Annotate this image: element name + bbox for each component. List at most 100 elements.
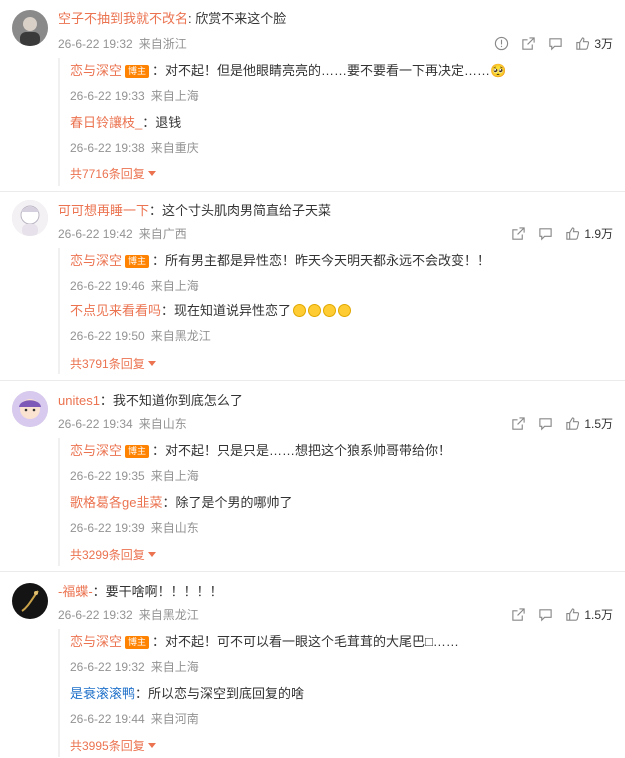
more-replies-link[interactable]: 共3791条回复 [70,356,156,372]
reply-content: ：现在知道说异性恋了 [161,303,292,318]
comment-meta: 26-6-22 19:42 来自广西 [58,226,193,242]
username-link[interactable]: 歌格葛各ge韭菜 [70,495,162,510]
username-link[interactable]: 恋与深空 [70,63,122,78]
like-button[interactable]: 3万 [575,35,613,52]
comment-content: : 欣赏不来这个脸 [188,11,287,26]
more-replies-link[interactable]: 共7716条回复 [70,166,156,182]
username-link[interactable]: 春日铃讓枝_ [70,115,142,130]
reply-item: 是衰滚滚鸭：所以恋与深空到底回复的啥 26-6-22 19:44 来自河南 [70,685,305,726]
timestamp: 26-6-22 19:46 [70,279,145,293]
username-link[interactable]: 是衰滚滚鸭 [70,686,135,701]
username-link[interactable]: 恋与深空 [70,443,122,458]
reply-icon[interactable] [548,36,563,51]
location: 来自上海 [150,89,199,103]
comment-content: ：要干啥啊！！！！！ [92,584,223,599]
comment-actions: 1.9万 [499,225,613,242]
location: 来自广西 [138,227,187,241]
reply-item: 春日铃讓枝_：退钱 26-6-22 19:38 来自重庆 [70,114,199,155]
reply-icon[interactable] [538,416,553,431]
avatar[interactable] [12,391,48,427]
reply-icon[interactable] [538,226,553,241]
like-count: 1.5万 [584,608,613,622]
comment-text: -福蝶-：要干啥啊！！！！！ [58,583,223,601]
report-icon[interactable] [494,36,509,51]
location: 来自黑龙江 [150,329,211,343]
timestamp: 26-6-22 19:32 [70,660,145,674]
smile-emoji-icon [293,304,307,317]
blogger-badge: 博主 [125,636,150,649]
reply-content: ：所以恋与深空到底回复的啥 [135,686,305,701]
reply-content: ：对不起！可不可以看一眼这个毛茸茸的大尾巴□…… [152,634,459,649]
more-replies-link[interactable]: 共3995条回复 [70,738,156,754]
reply-list: 恋与深空 博主 ：对不起！只是只是……想把这个狼系帅哥带给你！ 26-6-22 19… [58,438,606,566]
comment-actions: 1.5万 [499,415,613,432]
reply-content: ：所有男主都是异性恋！昨天今天明天都永远不会改变！！ [152,253,491,268]
reply-item: 恋与深空 博主 ：对不起！可不可以看一眼这个毛茸茸的大尾巴□…… 26-6-22 1… [70,633,459,674]
location: 来自上海 [150,660,199,674]
smile-emoji-icon [338,304,352,317]
avatar[interactable] [12,583,48,619]
share-icon[interactable] [521,36,536,51]
reply-item: 恋与深空 博主 ：对不起！只是只是……想把这个狼系帅哥带给你！ 26-6-22 19… [70,442,452,483]
blogger-badge: 博主 [125,255,150,268]
username-link[interactable]: 恋与深空 [70,634,122,649]
like-button[interactable]: 1.5万 [565,415,613,432]
smile-emoji-icon [323,304,337,317]
username-link[interactable]: unites1 [58,393,100,408]
username-link[interactable]: 空子不抽到我就不改名 [58,11,188,26]
like-button[interactable]: 1.5万 [565,606,613,623]
thumbs-up-icon [576,37,590,50]
username-link[interactable]: 可可想再睡一下 [58,203,149,218]
username-link[interactable]: 恋与深空 [70,253,122,268]
timestamp: 26-6-22 19:33 [70,89,145,103]
avatar[interactable] [12,200,48,236]
location: 来自上海 [150,279,199,293]
reply-content: ：除了是个男的哪帅了 [162,495,293,510]
like-count: 1.5万 [584,417,613,431]
username-link[interactable]: 不点见来看看吗 [70,303,161,318]
blogger-badge: 博主 [125,445,150,458]
share-icon[interactable] [511,607,526,622]
comment-content: ：这个寸头肌肉男简直给子天菜 [149,203,332,218]
location: 来自重庆 [150,141,199,155]
comment-text: 可可想再睡一下：这个寸头肌肉男简直给子天菜 [58,202,331,220]
timestamp: 26-6-22 19:44 [70,712,145,726]
share-icon[interactable] [511,416,526,431]
timestamp: 26-6-22 19:38 [70,141,145,155]
chevron-down-icon [147,361,156,366]
reply-icon[interactable] [538,607,553,622]
avatar[interactable] [12,10,48,46]
reply-item: 恋与深空 博主 ：所有男主都是异性恋！昨天今天明天都永远不会改变！！ 26-6-22… [70,252,491,293]
like-button[interactable]: 1.9万 [565,225,613,242]
timestamp: 26-6-22 19:39 [70,521,145,535]
reply-item: 恋与深空 博主 ：对不起！但是他眼睛亮亮的……要不要看一下再决定……🥺 26-6-2… [70,62,507,103]
comment-meta: 26-6-22 19:34 来自山东 [58,416,193,432]
reply-list: 恋与深空 博主 ：所有男主都是异性恋！昨天今天明天都永远不会改变！！ 26-6-22… [58,248,606,374]
smile-emoji-icon [308,304,322,317]
reply-content: ：对不起！但是他眼睛亮亮的……要不要看一下再决定……🥺 [152,63,507,78]
thumbs-up-icon [566,608,580,621]
location: 来自山东 [150,521,199,535]
timestamp: 26-6-22 19:42 [58,227,133,241]
location: 来自浙江 [138,37,187,51]
divider [0,191,625,192]
chevron-down-icon [147,743,156,748]
reply-item: 歌格葛各ge韭菜：除了是个男的哪帅了 26-6-22 19:39 来自山东 [70,494,293,535]
location: 来自河南 [150,712,199,726]
thumbs-up-icon [566,417,580,430]
like-count: 3万 [594,37,613,51]
share-icon[interactable] [511,226,526,241]
comment-content: ：我不知道你到底怎么了 [99,393,243,408]
comment-actions: 3万 [482,35,613,52]
username-link[interactable]: -福蝶- [58,584,93,599]
like-count: 1.9万 [584,227,613,241]
timestamp: 26-6-22 19:34 [58,417,133,431]
reply-content: ：对不起！只是只是……想把这个狼系帅哥带给你！ [152,443,452,458]
divider [0,571,625,572]
comment-text: unites1：我不知道你到底怎么了 [58,392,243,410]
location: 来自山东 [138,417,187,431]
chevron-down-icon [147,171,156,176]
timestamp: 26-6-22 19:50 [70,329,145,343]
location: 来自上海 [150,469,199,483]
more-replies-link[interactable]: 共3299条回复 [70,547,156,563]
